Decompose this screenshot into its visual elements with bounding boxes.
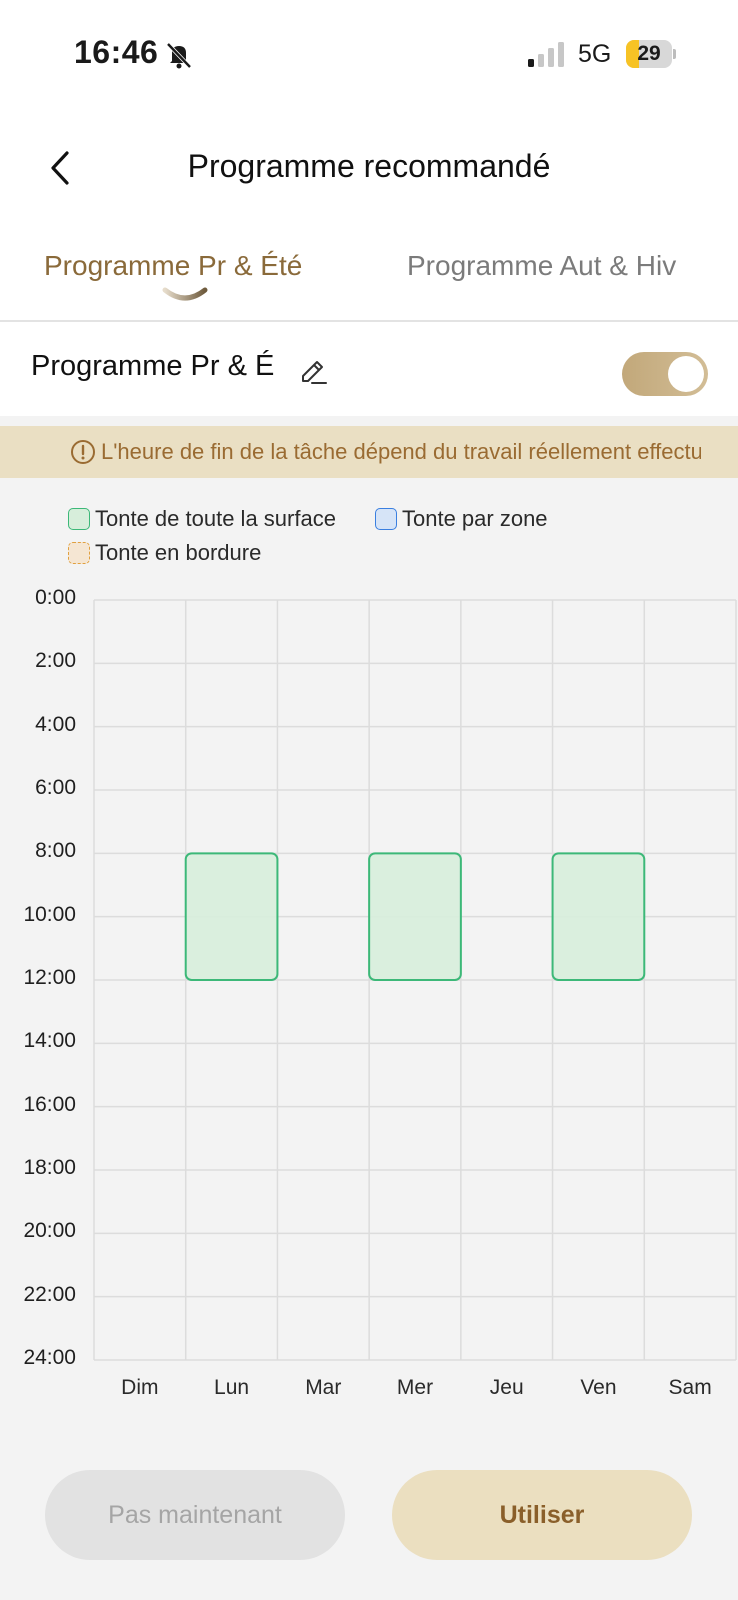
- program-row: Programme Pr & É: [0, 322, 738, 416]
- battery-level: 29: [637, 42, 661, 65]
- legend-swatch-orange: [68, 542, 90, 564]
- y-tick-label: 4:00: [35, 712, 76, 736]
- task-block-mer[interactable]: [368, 852, 462, 981]
- status-time: 16:46: [74, 34, 159, 70]
- legend-label: Tonte de toute la surface: [95, 506, 336, 531]
- pencil-icon[interactable]: [298, 356, 328, 386]
- y-tick-label: 20:00: [23, 1219, 76, 1243]
- task-block-ven[interactable]: [551, 852, 646, 981]
- tab-autumn-winter[interactable]: Programme Aut & Hiv: [407, 250, 676, 282]
- toggle-knob: [668, 356, 704, 392]
- network-type: 5G: [578, 40, 612, 68]
- y-tick-label: 22:00: [23, 1282, 76, 1306]
- battery-icon: 29: [626, 40, 676, 68]
- program-name: Programme Pr & É: [31, 350, 275, 382]
- page-title: Programme recommandé: [187, 148, 551, 184]
- y-tick-label: 24:00: [23, 1346, 76, 1369]
- back-button[interactable]: [36, 144, 84, 192]
- chevron-left-icon: [51, 151, 69, 185]
- x-tick-label-mar: Mar: [305, 1376, 342, 1399]
- legend-label: Tonte par zone: [402, 506, 548, 531]
- x-tick-label-lun: Lun: [214, 1376, 250, 1399]
- y-tick-label: 6:00: [35, 776, 76, 799]
- x-tick-label-sam: Sam: [668, 1376, 712, 1399]
- program-toggle[interactable]: [622, 352, 708, 396]
- legend-label: Tonte en bordure: [95, 540, 262, 565]
- y-tick-label: 12:00: [23, 966, 76, 989]
- x-tick-label-dim: Dim: [121, 1376, 159, 1399]
- season-tabs: Programme Pr & Été Programme Aut & Hiv: [0, 236, 738, 322]
- tab-spring-summer[interactable]: Programme Pr & Été: [44, 250, 302, 282]
- legend-swatch-green: [68, 508, 90, 530]
- y-tick-label: 18:00: [23, 1156, 76, 1179]
- status-bar: 16:46 5G 29: [0, 0, 738, 110]
- y-tick-label: 0:00: [35, 586, 76, 609]
- notice-text: L'heure de fin de la tâche dépend du tra…: [101, 439, 701, 464]
- task-block-lun[interactable]: [184, 852, 279, 981]
- active-tab-indicator: [162, 287, 208, 301]
- y-tick-label: 8:00: [35, 839, 76, 863]
- x-tick-label-ven: Ven: [580, 1376, 617, 1399]
- not-now-button[interactable]: Pas maintenant: [45, 1470, 345, 1560]
- legend-swatch-blue: [375, 508, 397, 530]
- nav-bar: Programme recommandé: [0, 120, 738, 216]
- x-tick-label-mer: Mer: [396, 1376, 434, 1399]
- notice-banner: L'heure de fin de la tâche dépend du tra…: [0, 426, 738, 478]
- y-tick-label: 14:00: [23, 1029, 76, 1053]
- use-button[interactable]: Utiliser: [392, 1470, 692, 1560]
- bell-slash-icon: [166, 42, 192, 69]
- y-tick-label: 16:00: [23, 1092, 76, 1116]
- y-tick-label: 2:00: [35, 649, 76, 673]
- y-tick-label: 10:00: [23, 902, 76, 926]
- x-tick-label-jeu: Jeu: [489, 1376, 524, 1399]
- exclamation-circle-icon: [71, 440, 95, 464]
- cellular-signal-icon: [528, 42, 564, 67]
